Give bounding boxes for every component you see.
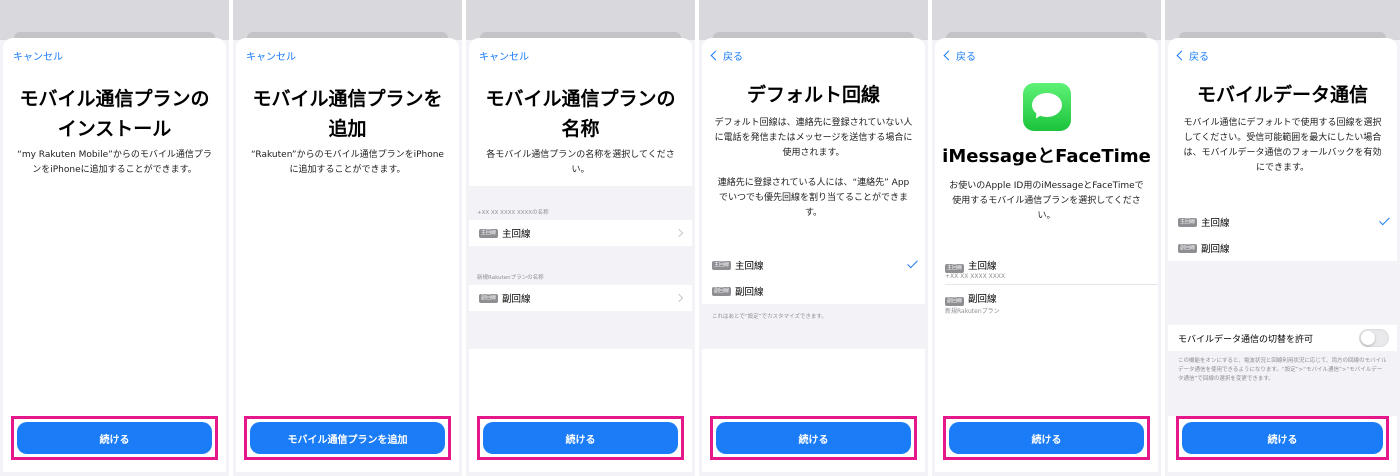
continue-button[interactable]: 続ける xyxy=(17,422,212,454)
row-label: 主回線 xyxy=(735,261,764,272)
page-title: iMessageとFaceTime xyxy=(942,146,1151,167)
row-label: 副回線 xyxy=(735,287,764,298)
page-title: モバイル通信プランの インストール xyxy=(19,88,210,140)
secondary-line-badge: 副回線 xyxy=(479,293,499,303)
primary-line-badge: 主回線 xyxy=(712,260,732,270)
list-item-primary[interactable]: 主回線 主回線 +XX XX XXXX XXXX xyxy=(935,252,1158,282)
list-item-secondary[interactable]: 副回線 副回線 xyxy=(702,278,925,304)
highlight-frame: 続ける xyxy=(710,416,917,460)
row-label: 副回線 xyxy=(502,294,531,305)
screen-add-plan: キャンセル モバイル通信プランを 追加 “Rakuten”からのモバイル通信プラ… xyxy=(233,0,462,476)
section-label: +XX XX XXXX XXXXの名称 xyxy=(477,210,549,216)
backdrop xyxy=(699,0,928,42)
continue-button[interactable]: 続ける xyxy=(1182,422,1383,454)
list-item-primary[interactable]: 主回線 主回線 xyxy=(469,220,692,246)
description: 各モバイル通信プランの名称を選択してください。 xyxy=(486,150,675,175)
messages-app-icon xyxy=(1022,83,1071,131)
row-label: 主回線 xyxy=(1201,218,1230,229)
checkmark-icon xyxy=(907,257,918,269)
back-button[interactable]: 戻る xyxy=(1176,48,1209,63)
continue-button[interactable]: 続ける xyxy=(716,422,911,454)
screen-imessage-facetime: 戻る iMessageとFaceTime お使いのApple ID用のiMess… xyxy=(932,0,1161,476)
list-item-secondary[interactable]: 副回線 副回線 新規Rakutenプラン xyxy=(935,286,1158,316)
backdrop xyxy=(0,0,229,42)
row-subtitle: +XX XX XXXX XXXX xyxy=(945,273,1006,280)
highlight-frame: 続ける xyxy=(943,416,1150,460)
back-button[interactable]: 戻る xyxy=(710,48,743,63)
secondary-line-badge: 副回線 xyxy=(712,286,732,296)
highlight-frame: 続ける xyxy=(477,416,684,460)
footer-note: これはあとで“設定”でカスタマイズできます。 xyxy=(712,314,827,320)
chevron-left-icon xyxy=(943,50,954,61)
description: デフォルト回線は、連絡先に登録されていない人に電話を発信またはメッセージを送信す… xyxy=(714,118,913,158)
sheet: キャンセル モバイル通信プランを 追加 “Rakuten”からのモバイル通信プラ… xyxy=(236,38,459,472)
list-item-primary[interactable]: 主回線 主回線 xyxy=(1168,209,1397,235)
chevron-right-icon xyxy=(674,293,684,303)
backdrop xyxy=(233,0,462,42)
backdrop xyxy=(932,0,1161,42)
backdrop xyxy=(1165,0,1400,42)
sheet: 戻る iMessageとFaceTime お使いのApple ID用のiMess… xyxy=(935,38,1158,472)
data-switching-toggle[interactable] xyxy=(1359,329,1389,347)
description: お使いのApple ID用のiMessageとFaceTimeで使用するモバイル… xyxy=(949,181,1144,221)
toggle-row[interactable]: モバイルデータ通信の切替を許可 xyxy=(1168,325,1397,351)
chevron-left-icon xyxy=(710,50,721,61)
section-label: 新規Rakutenプランの名称 xyxy=(477,275,544,281)
page-title: モバイルデータ通信 xyxy=(1196,84,1368,106)
back-button[interactable]: 戻る xyxy=(943,48,976,63)
row-label: 副回線 xyxy=(968,294,997,305)
footer-area: この機能をオンにすると、電波状況と回線利用状況に応じて、両方の回線のモバイルデー… xyxy=(1168,351,1397,416)
screen-mobile-data: 戻る モバイルデータ通信 モバイル通信にデフォルトで使用する回線を選択してくださ… xyxy=(1165,0,1400,476)
continue-button[interactable]: 続ける xyxy=(483,422,678,454)
description: モバイル通信にデフォルトで使用する回線を選択してください。受信可能範囲を最大にし… xyxy=(1183,118,1382,173)
section-gap xyxy=(1168,261,1397,325)
highlight-frame: 続ける xyxy=(11,416,218,460)
list-item-secondary[interactable]: 副回線 副回線 xyxy=(1168,235,1397,261)
cancel-button[interactable]: キャンセル xyxy=(246,48,296,63)
sheet: 戻る モバイルデータ通信 モバイル通信にデフォルトで使用する回線を選択してくださ… xyxy=(1168,38,1397,472)
backdrop xyxy=(466,0,695,42)
description: “Rakuten”からのモバイル通信プランをiPhoneに追加することができます… xyxy=(251,150,444,175)
description: “my Rakuten Mobile”からのモバイル通信プランをiPhoneに追… xyxy=(17,150,212,175)
chevron-left-icon xyxy=(1176,50,1187,61)
secondary-line-badge: 副回線 xyxy=(945,297,965,306)
cancel-button[interactable]: キャンセル xyxy=(479,48,529,63)
secondary-line-badge: 副回線 xyxy=(1178,243,1198,253)
divider xyxy=(945,284,1158,285)
page-title: モバイル通信プランを 追加 xyxy=(252,88,443,140)
continue-button[interactable]: 続ける xyxy=(949,422,1144,454)
primary-line-badge: 主回線 xyxy=(479,228,499,238)
highlight-frame: モバイル通信プランを追加 xyxy=(244,416,451,460)
screen-plan-names: キャンセル モバイル通信プランの 名称 各モバイル通信プランの名称を選択してくだ… xyxy=(466,0,695,476)
sheet: 戻る デフォルト回線 デフォルト回線は、連絡先に登録されていない人に電話を発信ま… xyxy=(702,38,925,472)
row-subtitle: 新規Rakutenプラン xyxy=(945,308,1000,315)
page-title: モバイル通信プランの 名称 xyxy=(485,88,676,140)
row-label: 主回線 xyxy=(502,229,531,240)
screen-default-line: 戻る デフォルト回線 デフォルト回線は、連絡先に登録されていない人に電話を発信ま… xyxy=(699,0,928,476)
highlight-frame: 続ける xyxy=(1176,416,1389,460)
cancel-button[interactable]: キャンセル xyxy=(13,48,63,63)
footer-area: これはあとで“設定”でカスタマイズできます。 xyxy=(702,304,925,349)
primary-line-badge: 主回線 xyxy=(1178,217,1198,227)
checkmark-icon xyxy=(1379,214,1390,226)
add-plan-button[interactable]: モバイル通信プランを追加 xyxy=(250,422,445,454)
plan-name-list: +XX XX XXXX XXXXの名称 主回線 主回線 新規Rakutenプラン… xyxy=(469,186,692,349)
sheet: キャンセル モバイル通信プランの インストール “my Rakuten Mobi… xyxy=(3,38,226,472)
list-item-secondary[interactable]: 副回線 副回線 xyxy=(469,285,692,311)
chevron-right-icon xyxy=(674,228,684,238)
page-title: デフォルト回線 xyxy=(746,84,880,106)
primary-line-badge: 主回線 xyxy=(945,264,965,273)
screen-install-plan: キャンセル モバイル通信プランの インストール “my Rakuten Mobi… xyxy=(0,0,229,476)
description-secondary: 連絡先に登録されている人には、“連絡先” Appでいつでも優先回線を割り当てるこ… xyxy=(717,178,910,218)
list-item-primary[interactable]: 主回線 主回線 xyxy=(702,252,925,278)
row-label: 主回線 xyxy=(968,261,997,272)
toggle-label: モバイルデータ通信の切替を許可 xyxy=(1178,334,1314,345)
row-label: 副回線 xyxy=(1201,244,1230,255)
sheet: キャンセル モバイル通信プランの 名称 各モバイル通信プランの名称を選択してくだ… xyxy=(469,38,692,472)
footer-note: この機能をオンにすると、電波状況と回線利用状況に応じて、両方の回線のモバイルデー… xyxy=(1178,358,1387,382)
